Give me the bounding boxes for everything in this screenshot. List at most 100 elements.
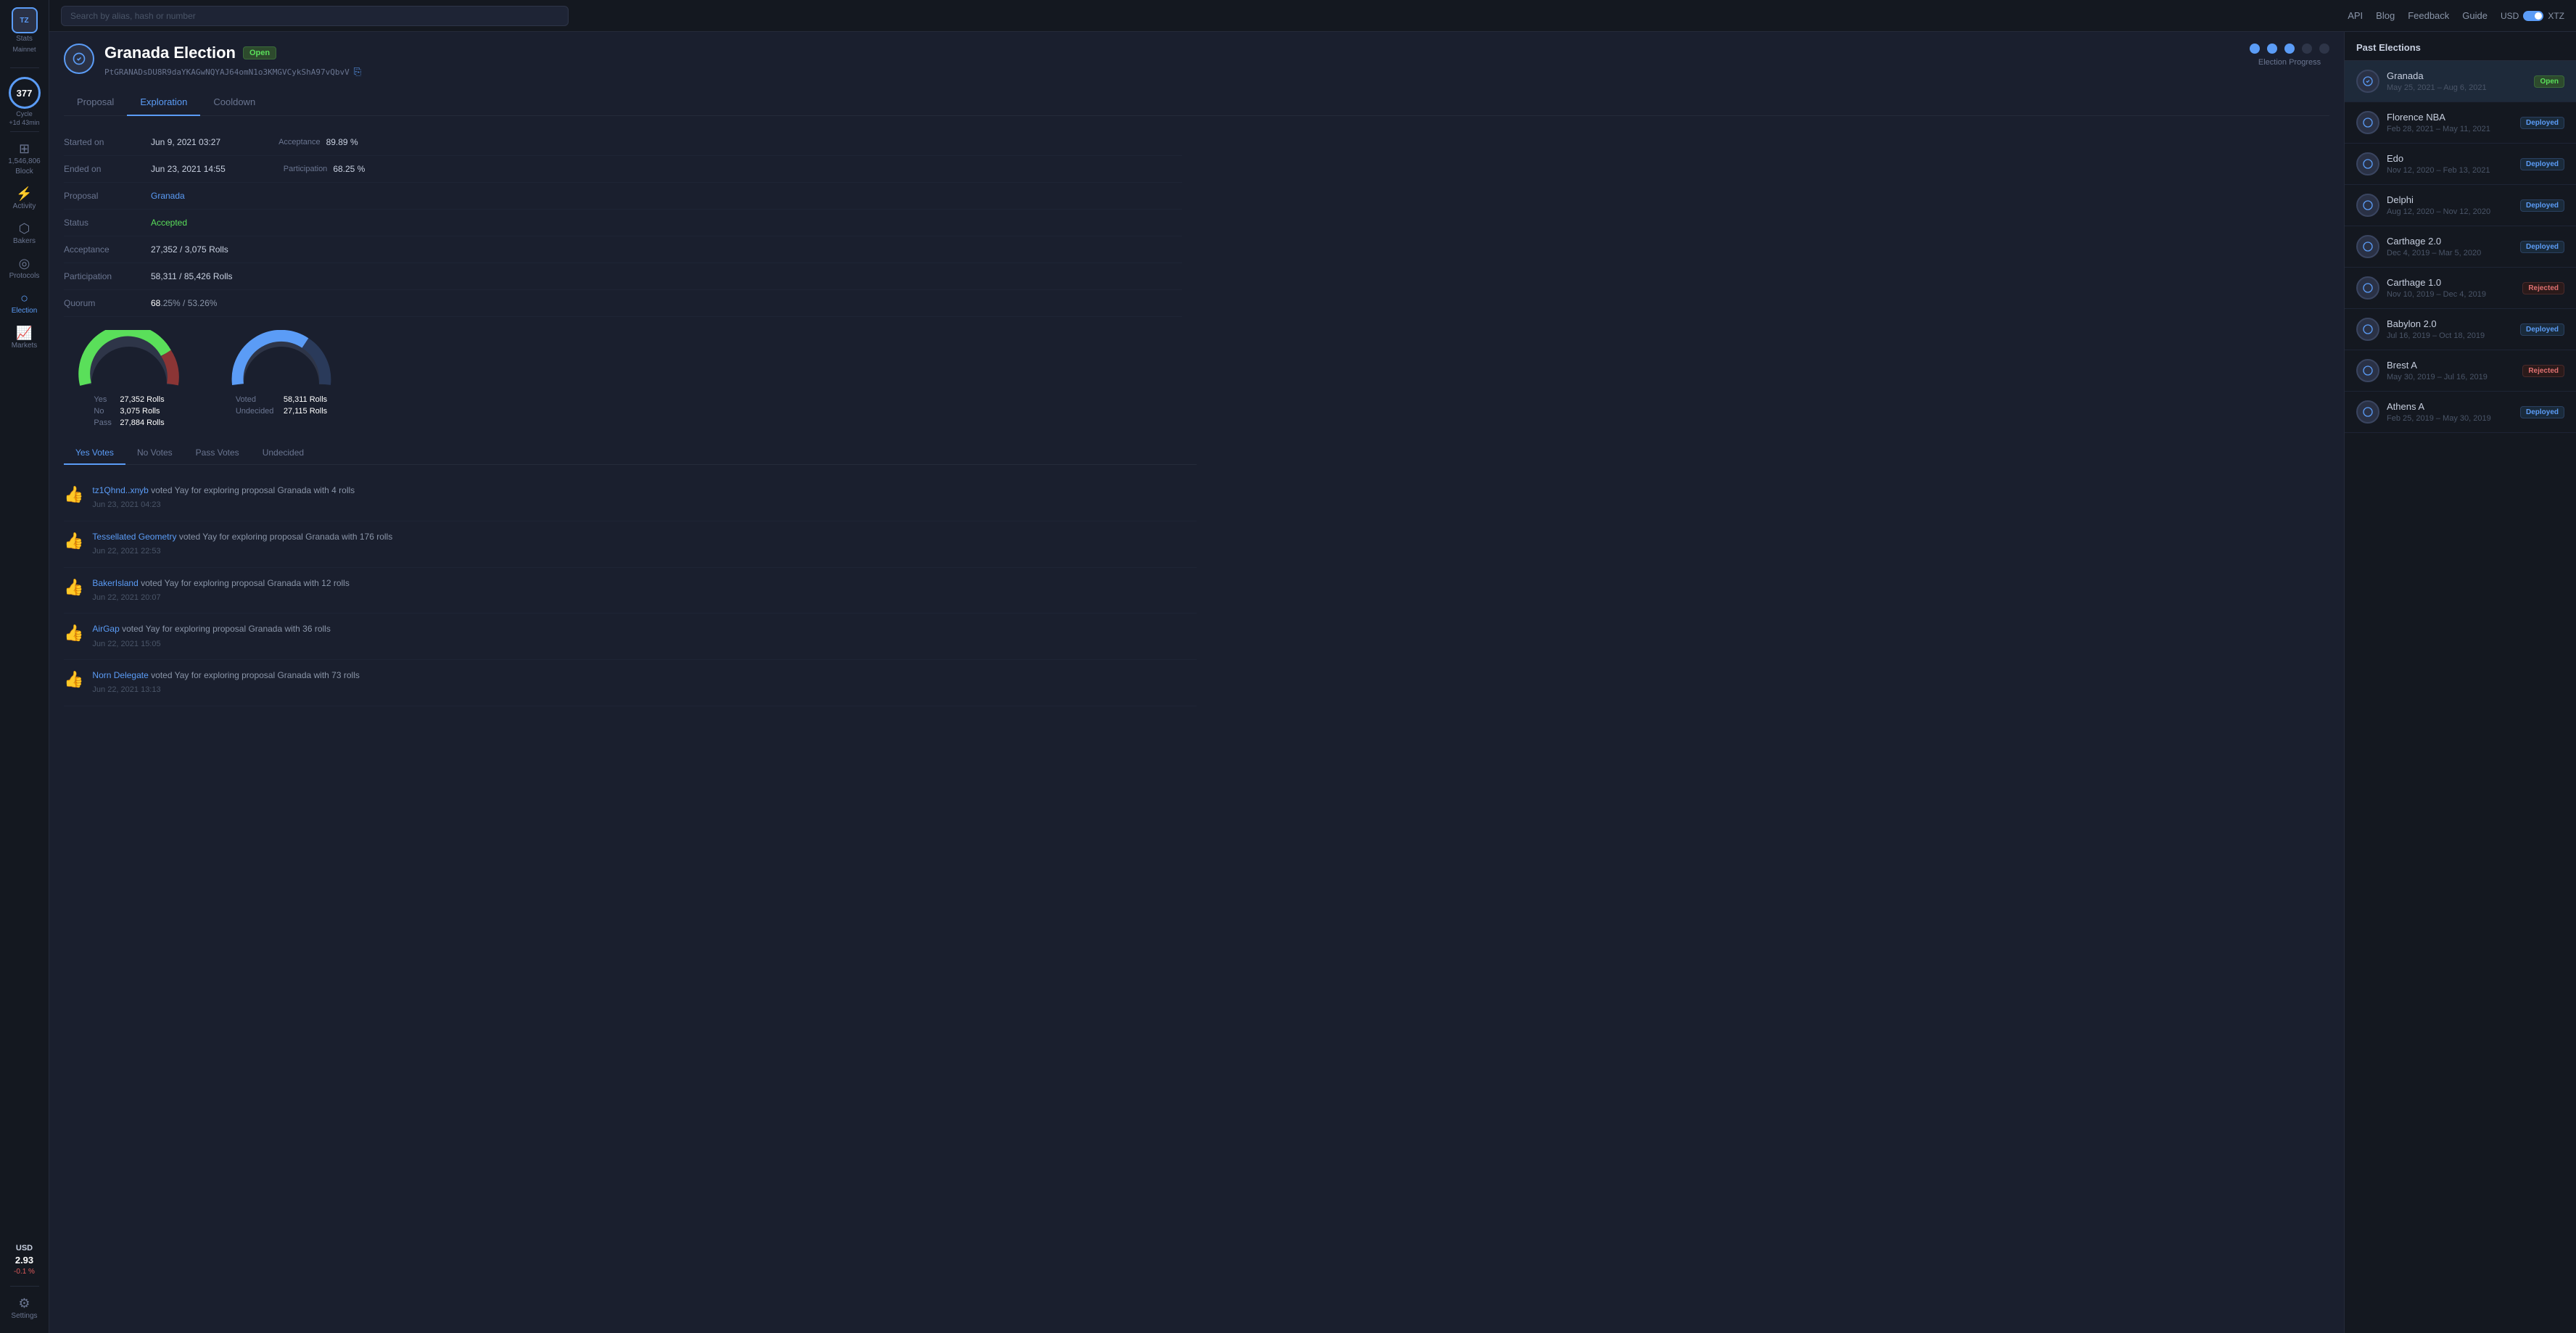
tab-exploration[interactable]: Exploration — [127, 89, 200, 116]
info-row-quorum: Quorum 68.25% / 53.26% — [64, 290, 1182, 317]
acceptance-value: 27,352 / 3,075 Rolls — [151, 244, 228, 255]
past-election-badge-1: Deployed — [2520, 117, 2564, 129]
feedback-link[interactable]: Feedback — [2408, 10, 2449, 21]
sidebar-item-settings[interactable]: ⚙ Settings — [0, 1291, 49, 1326]
past-election-item-4[interactable]: Carthage 2.0 Dec 4, 2019 – Mar 5, 2020 D… — [2345, 226, 2576, 268]
block-icon: ⊞ — [19, 142, 30, 155]
xtz-currency-label: XTZ — [2548, 11, 2564, 21]
past-election-item-8[interactable]: Athens A Feb 25, 2019 – May 30, 2019 Dep… — [2345, 392, 2576, 433]
legend-yes: Yes 27,352 Rolls — [94, 395, 164, 404]
vote-list: 👍 tz1Qhnd..xnyb voted Yay for exploring … — [64, 475, 1197, 706]
info-row-proposal: Proposal Granada — [64, 183, 1182, 210]
yes-rolls: 27,352 Rolls — [120, 395, 164, 404]
past-election-item-5[interactable]: Carthage 1.0 Nov 10, 2019 – Dec 4, 2019 … — [2345, 268, 2576, 309]
participation-pct-value: 68.25 % — [333, 164, 365, 174]
past-election-name-3: Delphi — [2387, 194, 2513, 205]
sidebar-item-block[interactable]: ⊞ 1,546,806 Block — [0, 136, 49, 181]
past-election-icon-2 — [2356, 152, 2379, 176]
protocols-label: Protocols — [9, 272, 40, 280]
sidebar: TZ Stats Mainnet 377 Cycle +1d 43min ⊞ 1… — [0, 0, 49, 1333]
vote-actor-0[interactable]: tz1Qhnd..xnyb — [92, 485, 148, 495]
usd-currency-label: USD — [2501, 11, 2519, 21]
vote-tab-pass[interactable]: Pass Votes — [184, 442, 251, 465]
divider-cycle — [10, 131, 39, 132]
sidebar-item-bakers[interactable]: ⬡ Bakers — [0, 216, 49, 251]
past-election-item-1[interactable]: Florence NBA Feb 28, 2021 – May 11, 2021… — [2345, 102, 2576, 144]
past-election-name-0: Granada — [2387, 70, 2527, 81]
past-election-badge-6: Deployed — [2520, 323, 2564, 336]
sidebar-item-activity[interactable]: ⚡ Activity — [0, 181, 49, 216]
legend-no: No 3,075 Rolls — [94, 407, 164, 416]
nav-links: API Blog Feedback Guide USD XTZ — [2348, 10, 2564, 21]
vote-time-4: Jun 22, 2021 13:13 — [92, 684, 359, 697]
vote-tab-undecided[interactable]: Undecided — [251, 442, 315, 465]
past-election-badge-3: Deployed — [2520, 199, 2564, 212]
past-election-item-6[interactable]: Babylon 2.0 Jul 16, 2019 – Oct 18, 2019 … — [2345, 309, 2576, 350]
vote-actor-3[interactable]: AirGap — [92, 624, 119, 634]
past-election-dates-4: Dec 4, 2019 – Mar 5, 2020 — [2387, 249, 2513, 257]
voted-label: Voted — [236, 395, 279, 404]
usd-price: USD 2.93 -0.1 % — [0, 1238, 49, 1282]
divider-top — [10, 67, 39, 68]
started-value: Jun 9, 2021 03:27 — [151, 137, 220, 147]
vote-actor-2[interactable]: BakerIsland — [92, 578, 138, 588]
past-election-info-0: Granada May 25, 2021 – Aug 6, 2021 — [2387, 70, 2527, 92]
search-input[interactable] — [61, 6, 569, 26]
vote-tab-yes[interactable]: Yes Votes — [64, 442, 125, 465]
ended-label: Ended on — [64, 164, 151, 174]
pass-label: Pass — [94, 418, 115, 427]
past-election-info-5: Carthage 1.0 Nov 10, 2019 – Dec 4, 2019 — [2387, 277, 2515, 299]
past-election-item-7[interactable]: Brest A May 30, 2019 – Jul 16, 2019 Reje… — [2345, 350, 2576, 392]
blog-link[interactable]: Blog — [2376, 10, 2395, 21]
settings-label: Settings — [11, 1312, 37, 1320]
past-election-badge-7: Rejected — [2522, 365, 2564, 377]
vote-action-1: voted Yay for exploring proposal Granada… — [179, 532, 392, 542]
vote-actor-1[interactable]: Tessellated Geometry — [92, 532, 176, 542]
app-logo: TZ — [12, 7, 38, 33]
copy-hash-icon[interactable]: ⎘ — [354, 67, 361, 78]
api-link[interactable]: API — [2348, 10, 2363, 21]
tab-proposal[interactable]: Proposal — [64, 89, 127, 116]
app-title: Stats — [16, 35, 33, 43]
cycle-badge: 377 — [9, 77, 41, 109]
vote-actor-4[interactable]: Norn Delegate — [92, 670, 148, 680]
past-election-name-5: Carthage 1.0 — [2387, 277, 2515, 288]
ended-value: Jun 23, 2021 14:55 — [151, 164, 226, 174]
markets-label: Markets — [12, 342, 38, 350]
tab-cooldown[interactable]: Cooldown — [200, 89, 268, 116]
network-label: Mainnet — [12, 46, 36, 53]
vote-text-3: AirGap voted Yay for exploring proposal … — [92, 622, 330, 651]
undecided-rolls: 27,115 Rolls — [284, 407, 327, 416]
toggle-track[interactable] — [2523, 11, 2543, 21]
info-row-participation: Participation 58,311 / 85,426 Rolls — [64, 263, 1182, 290]
usd-change: -0.1 % — [14, 1268, 35, 1276]
vote-item-0: 👍 tz1Qhnd..xnyb voted Yay for exploring … — [64, 475, 1197, 521]
past-election-item-3[interactable]: Delphi Aug 12, 2020 – Nov 12, 2020 Deplo… — [2345, 185, 2576, 226]
past-election-item-2[interactable]: Edo Nov 12, 2020 – Feb 13, 2021 Deployed — [2345, 144, 2576, 185]
quorum-label: Quorum — [64, 298, 151, 308]
thumbs-up-0: 👍 — [64, 485, 83, 504]
charts-section: Yes 27,352 Rolls No 3,075 Rolls Pass 27,… — [64, 330, 1197, 427]
status-value: Accepted — [151, 218, 187, 228]
past-election-item-0[interactable]: Granada May 25, 2021 – Aug 6, 2021 Open — [2345, 61, 2576, 102]
vote-text-1: Tessellated Geometry voted Yay for explo… — [92, 530, 392, 558]
past-election-info-4: Carthage 2.0 Dec 4, 2019 – Mar 5, 2020 — [2387, 236, 2513, 257]
sidebar-item-markets[interactable]: 📈 Markets — [0, 321, 49, 355]
guide-link[interactable]: Guide — [2462, 10, 2488, 21]
yes-label: Yes — [94, 395, 115, 404]
sidebar-item-election[interactable]: ○ Election — [0, 286, 49, 321]
no-label: No — [94, 407, 115, 416]
proposal-value[interactable]: Granada — [151, 191, 185, 201]
vote-time-0: Jun 23, 2021 04:23 — [92, 499, 355, 512]
sidebar-item-protocols[interactable]: ◎ Protocols — [0, 251, 49, 286]
currency-toggle[interactable]: USD XTZ — [2501, 11, 2564, 21]
past-election-dates-8: Feb 25, 2019 – May 30, 2019 — [2387, 414, 2513, 423]
past-election-dates-0: May 25, 2021 – Aug 6, 2021 — [2387, 83, 2527, 92]
vote-tabs: Yes Votes No Votes Pass Votes Undecided — [64, 442, 1197, 465]
past-elections-title: Past Elections — [2345, 32, 2576, 61]
past-election-dates-1: Feb 28, 2021 – May 11, 2021 — [2387, 125, 2513, 133]
vote-tab-no[interactable]: No Votes — [125, 442, 184, 465]
status-label: Status — [64, 218, 151, 228]
past-election-badge-2: Deployed — [2520, 158, 2564, 170]
started-label: Started on — [64, 137, 151, 147]
